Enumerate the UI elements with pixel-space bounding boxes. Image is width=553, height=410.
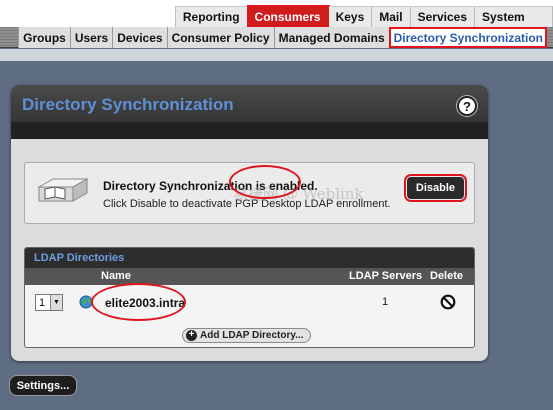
- delete-icon[interactable]: [440, 294, 456, 310]
- tab-system[interactable]: System: [475, 6, 553, 27]
- plus-icon: +: [186, 330, 197, 341]
- help-icon[interactable]: ?: [457, 96, 477, 116]
- panel-header: Directory Synchronization ?: [11, 85, 488, 139]
- tab-services[interactable]: Services: [410, 6, 475, 27]
- ldap-servers-count: 1: [382, 296, 389, 308]
- add-ldap-directory-button[interactable]: + Add LDAP Directory...: [182, 328, 311, 343]
- order-value: 1: [39, 296, 46, 309]
- subtab-managed-domains[interactable]: Managed Domains: [273, 27, 389, 48]
- subtab-users[interactable]: Users: [69, 27, 113, 48]
- status-title: Directory Synchronization is enabled.: [103, 179, 318, 193]
- tab-mail[interactable]: Mail: [372, 6, 411, 27]
- top-nav: Reporting Consumers Keys Mail Services S…: [174, 5, 553, 28]
- column-delete: Delete: [430, 270, 464, 282]
- status-box: Directory Synchronization is enabled. Cl…: [24, 162, 475, 224]
- table-row: 1 ▼ elite2003.intra 1: [25, 289, 474, 315]
- tab-keys[interactable]: Keys: [328, 6, 373, 27]
- status-description: Click Disable to deactivate PGP Desktop …: [103, 198, 391, 210]
- tab-consumers[interactable]: Consumers: [246, 5, 330, 28]
- disable-button[interactable]: Disable: [404, 174, 467, 202]
- directory-book-icon: [37, 178, 89, 202]
- globe-icon: [79, 295, 93, 309]
- page-title: Directory Synchronization: [22, 95, 234, 114]
- chevron-down-icon: ▼: [50, 295, 62, 310]
- nav-divider-strip: [0, 49, 553, 61]
- sub-bar: Groups Users Devices Consumer Policy Man…: [0, 27, 553, 48]
- top-bar: Reporting Consumers Keys Mail Services S…: [0, 0, 553, 28]
- table-header: Name LDAP Servers Delete: [25, 268, 474, 285]
- directory-name-link[interactable]: elite2003.intra: [105, 296, 185, 310]
- tab-reporting[interactable]: Reporting: [174, 6, 248, 27]
- directory-sync-panel: Directory Synchronization ? Directory Sy…: [11, 85, 488, 361]
- order-select[interactable]: 1 ▼: [35, 294, 63, 311]
- ldap-directories-table: LDAP Directories Name LDAP Servers Delet…: [24, 247, 475, 348]
- settings-button[interactable]: Settings...: [9, 375, 77, 396]
- subtab-consumer-policy[interactable]: Consumer Policy: [166, 27, 274, 48]
- sub-nav: Groups Users Devices Consumer Policy Man…: [18, 27, 547, 48]
- subtab-groups[interactable]: Groups: [18, 27, 70, 48]
- subtab-directory-synchronization[interactable]: Directory Synchronization: [388, 27, 547, 48]
- subtab-devices[interactable]: Devices: [112, 27, 167, 48]
- add-ldap-directory-label: Add LDAP Directory...: [200, 330, 304, 341]
- column-name: Name: [101, 270, 131, 282]
- ldap-section-title: LDAP Directories: [25, 248, 474, 268]
- column-ldap-servers: LDAP Servers: [349, 270, 423, 282]
